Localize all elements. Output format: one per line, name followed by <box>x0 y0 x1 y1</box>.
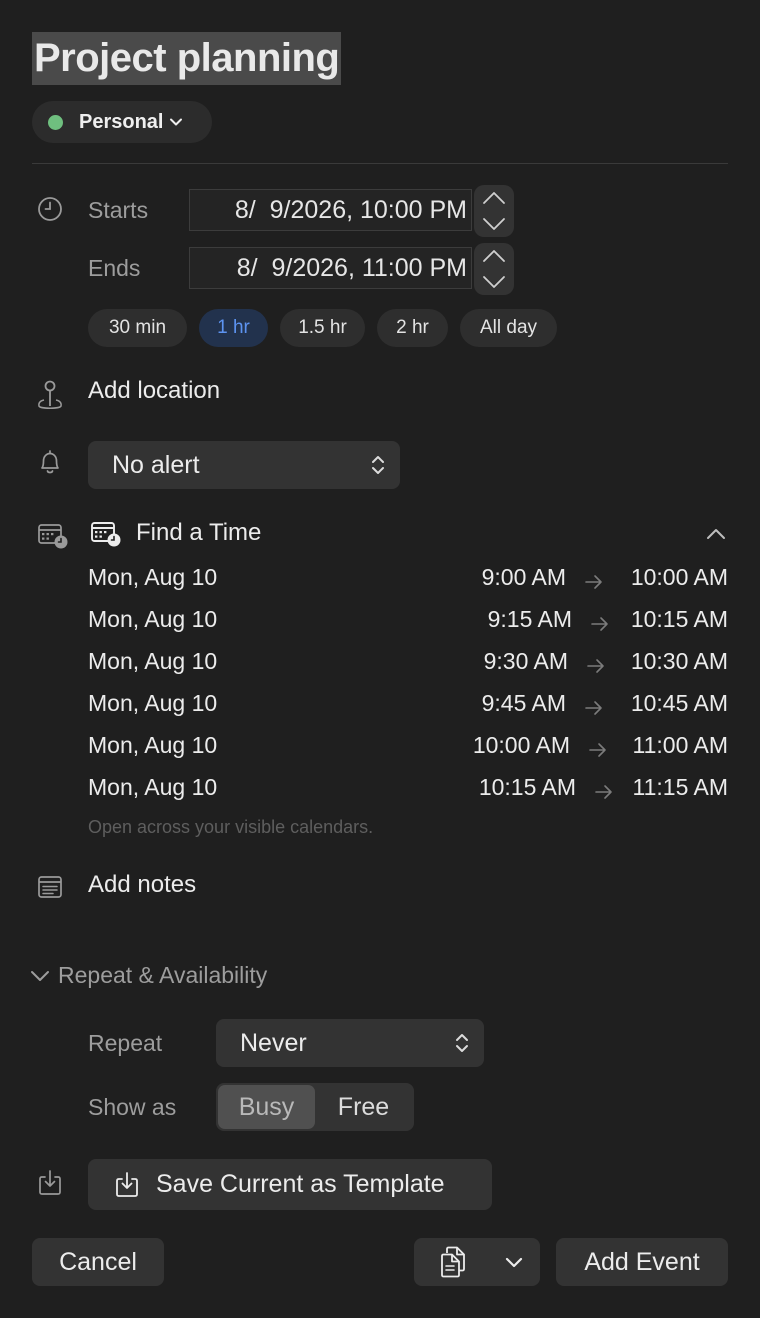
find-time-title: Find a Time <box>136 519 262 546</box>
start-stepper[interactable] <box>474 185 514 237</box>
alert-value: No alert <box>112 450 200 479</box>
calendar-clock-icon <box>89 519 123 549</box>
slot-date: Mon, Aug 10 <box>88 690 218 716</box>
slot-start: 9:45 AM <box>481 690 566 716</box>
slot-date: Mon, Aug 10 <box>88 606 218 632</box>
slot-end: 10:15 AM <box>630 606 728 632</box>
increment-icon[interactable] <box>482 191 506 205</box>
up-down-icon <box>456 1034 468 1052</box>
notes-icon <box>36 874 64 900</box>
arrow-right-icon <box>584 569 604 596</box>
slot-end: 11:15 AM <box>632 774 728 800</box>
arrow-right-icon <box>586 653 606 680</box>
start-datetime-field[interactable]: 8/ 9/2026, 10:00 PM <box>189 189 472 231</box>
chevron-down-icon <box>505 1257 523 1268</box>
divider <box>32 163 728 164</box>
decrement-icon[interactable] <box>482 217 506 231</box>
starts-label: Starts <box>88 197 149 223</box>
calendar-selector[interactable]: Personal <box>32 101 212 143</box>
calendar-clock-icon <box>36 521 70 551</box>
time-slot-row[interactable]: Mon, Aug 10 10:00 AM 11:00 AM <box>88 732 728 764</box>
chevron-up-icon[interactable] <box>704 523 728 545</box>
increment-icon[interactable] <box>482 249 506 263</box>
show-as-busy[interactable]: Busy <box>218 1085 315 1129</box>
duration-chip-30-min[interactable]: 30 min <box>88 309 187 347</box>
show-as-free[interactable]: Free <box>315 1085 412 1129</box>
duration-chip-2-hr[interactable]: 2 hr <box>377 309 448 347</box>
slot-end: 10:45 AM <box>630 690 728 716</box>
repeat-section-toggle[interactable]: Repeat & Availability <box>30 962 267 989</box>
chevron-down-icon <box>31 970 49 981</box>
notes-field[interactable]: Add notes <box>88 871 196 899</box>
decrement-icon[interactable] <box>482 275 506 289</box>
arrow-right-icon <box>594 779 614 806</box>
ends-label: Ends <box>88 255 141 281</box>
download-icon <box>116 1171 138 1197</box>
slot-date: Mon, Aug 10 <box>88 732 218 758</box>
add-event-button[interactable]: Add Event <box>556 1238 728 1286</box>
time-slot-row[interactable]: Mon, Aug 10 9:30 AM 10:30 AM <box>88 648 728 680</box>
slot-start: 10:15 AM <box>478 774 576 800</box>
up-down-icon <box>372 456 384 474</box>
repeat-select[interactable]: Never <box>216 1019 484 1067</box>
clock-icon <box>36 195 64 223</box>
event-title-input[interactable]: Project planning <box>32 32 342 85</box>
time-slot-row[interactable]: Mon, Aug 10 10:15 AM 11:15 AM <box>88 774 728 806</box>
slot-date: Mon, Aug 10 <box>88 774 218 800</box>
slot-date: Mon, Aug 10 <box>88 648 218 674</box>
location-field[interactable]: Add location <box>88 377 220 405</box>
end-datetime-field[interactable]: 8/ 9/2026, 11:00 PM <box>189 247 472 289</box>
time-slot-row[interactable]: Mon, Aug 10 9:45 AM 10:45 AM <box>88 690 728 722</box>
time-slot-row[interactable]: Mon, Aug 10 9:00 AM 10:00 AM <box>88 564 728 596</box>
slot-date: Mon, Aug 10 <box>88 564 218 590</box>
pin-icon <box>36 379 64 413</box>
slot-start: 9:00 AM <box>481 564 566 590</box>
cancel-button[interactable]: Cancel <box>32 1238 164 1286</box>
calendar-name: Personal <box>79 110 164 133</box>
calendar-color-dot <box>48 114 63 130</box>
slot-start: 9:15 AM <box>487 606 572 632</box>
show-as-segmented-control[interactable]: Busy Free <box>216 1083 414 1131</box>
arrow-right-icon <box>590 611 610 638</box>
slot-start: 10:00 AM <box>472 732 570 758</box>
save-template-label: Save Current as Template <box>156 1170 445 1198</box>
repeat-section-title: Repeat & Availability <box>58 962 268 988</box>
chevron-down-icon <box>170 118 183 126</box>
alert-select[interactable]: No alert <box>88 441 400 489</box>
slot-start: 9:30 AM <box>483 648 568 674</box>
duration-chip-all-day[interactable]: All day <box>460 309 557 347</box>
arrow-right-icon <box>584 695 604 722</box>
time-slot-row[interactable]: Mon, Aug 10 9:15 AM 10:15 AM <box>88 606 728 638</box>
show-as-label: Show as <box>88 1094 177 1120</box>
bell-icon <box>36 447 64 477</box>
duration-chip-1-5-hr[interactable]: 1.5 hr <box>280 309 365 347</box>
duplicate-menu-button[interactable] <box>414 1238 540 1286</box>
repeat-label: Repeat <box>88 1030 163 1056</box>
slot-end: 10:00 AM <box>630 564 728 590</box>
slot-end: 10:30 AM <box>630 648 728 674</box>
save-template-button[interactable]: Save Current as Template <box>88 1159 492 1210</box>
duration-chip-1-hr[interactable]: 1 hr <box>199 309 268 347</box>
repeat-value: Never <box>240 1028 307 1057</box>
end-stepper[interactable] <box>474 243 514 295</box>
arrow-right-icon <box>588 737 608 764</box>
find-time-hint: Open across your visible calendars. <box>88 817 374 837</box>
slot-end: 11:00 AM <box>632 732 728 758</box>
download-icon <box>36 1168 64 1198</box>
copy-icon <box>441 1246 465 1278</box>
